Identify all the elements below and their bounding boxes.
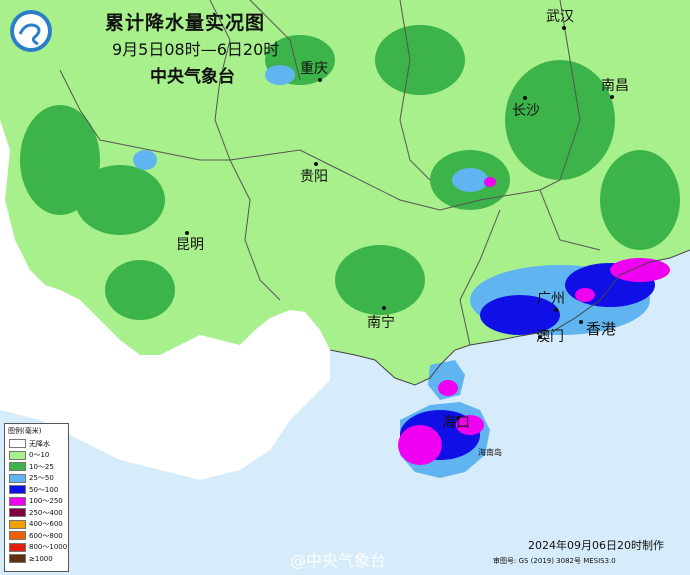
legend-item: 0～10 [5,450,68,462]
map-period: 9月5日08时—6日20时 [112,40,280,59]
legend-label: 400～600 [29,520,63,529]
city-label-haikou: 海口 [442,415,470,431]
city-label-wuhan: 武汉 [546,9,574,25]
city-label-kunming: 昆明 [176,237,204,253]
legend-label: 25～50 [29,474,54,483]
legend-swatch [9,554,26,564]
legend-swatch [9,542,26,552]
legend-label: 600～800 [29,531,63,540]
legend-label: 10～25 [29,462,54,471]
legend-swatch [9,508,26,518]
legend-label: 250～400 [29,508,63,517]
city-label-guiyang: 贵阳 [300,169,328,185]
map-base [0,0,690,575]
watermark-text: @中央气象台 [290,551,387,570]
legend-item: 400～600 [5,519,68,531]
city-label-nanning: 南宁 [367,315,395,331]
approval-number: 审图号: GS (2019) 3082号 MESIS3.0 [493,557,616,565]
legend-item: 无降水 [5,438,68,450]
city-label-nanchang: 南昌 [601,78,629,94]
legend-swatch [9,450,26,460]
legend-label: 50～100 [29,485,59,494]
legend-item: 10～25 [5,461,68,473]
legend-item: 50～100 [5,484,68,496]
legend-swatch [9,473,26,483]
city-label-chongqing: 重庆 [300,61,328,77]
legend-swatch [9,519,26,529]
map-agency: 中央气象台 [150,67,235,87]
made-time-note: 2024年09月06日20时制作 [528,539,664,552]
legend-swatch [9,531,26,541]
city-label-hongkong: 香港 [586,320,617,338]
legend-swatch [9,439,26,449]
legend-label: 800～1000 [29,543,68,552]
legend-items: 无降水 0～10 10～25 25～50 50～100 100～250 250～400 400… [5,438,68,565]
legend-item: 100～250 [5,496,68,508]
legend-label: 0～10 [29,451,50,460]
precipitation-map: 累计降水量实况图 9月5日08时—6日20时 中央气象台 武汉 重庆 长沙 南昌… [0,0,690,575]
legend-label: 无降水 [29,439,50,448]
legend-swatch [9,462,26,472]
legend-swatch [9,496,26,506]
legend-item: 25～50 [5,473,68,485]
city-label-guangzhou: 广州 [537,291,565,307]
city-label-changsha: 长沙 [512,103,540,119]
map-title: 累计降水量实况图 [105,12,266,34]
cma-logo [8,8,54,54]
legend-item: 800～1000 [5,542,68,554]
legend-item: ≥1000 [5,553,68,565]
legend-label: 100～250 [29,497,63,506]
city-label-macau: 澳门 [536,329,564,345]
legend-box: 图例(毫米) 无降水 0～10 10～25 25～50 50～100 100～250 250… [4,423,69,572]
legend-item: 600～800 [5,530,68,542]
legend-label: ≥1000 [29,554,53,563]
legend-swatch [9,485,26,495]
legend-title: 图例(毫米) [8,427,42,435]
label-hainan-island: 海南岛 [478,448,502,457]
legend-item: 250～400 [5,507,68,519]
